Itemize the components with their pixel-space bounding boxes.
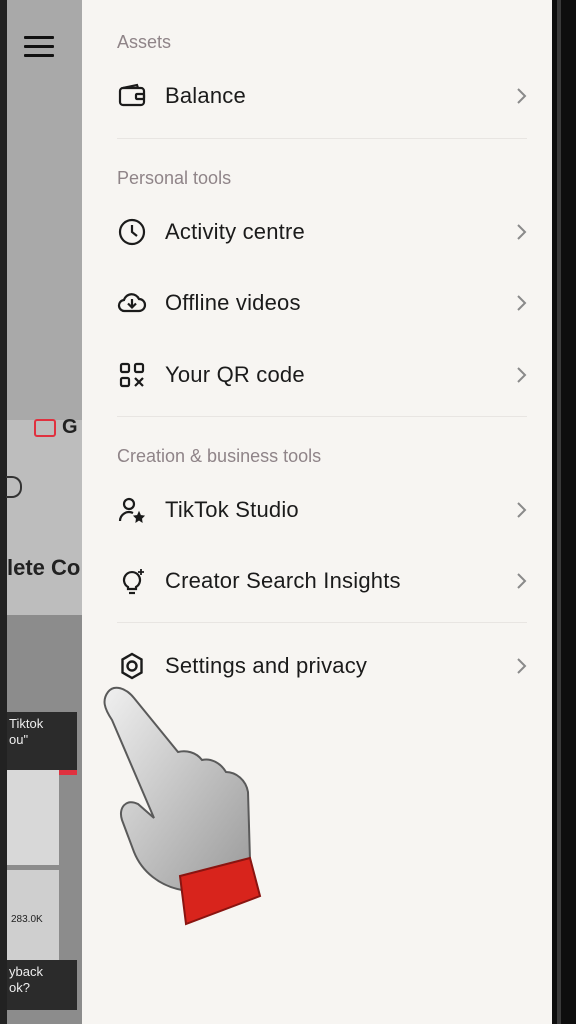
background-chat-label: G: [34, 416, 78, 439]
chat-icon: [34, 418, 56, 437]
menu-item-balance[interactable]: Balance: [82, 66, 552, 126]
chevron-right-icon: [517, 502, 527, 518]
chevron-right-icon: [517, 573, 527, 589]
menu-item-qr-code[interactable]: Your QR code: [82, 345, 552, 405]
lightbulb-icon: [122, 569, 144, 595]
cloud-download-icon: [117, 293, 147, 313]
video-thumbnail[interactable]: 283.0K: [7, 870, 59, 960]
video-thumbnail[interactable]: yback ok?: [7, 960, 77, 1010]
phone-right-edge: [552, 0, 576, 1024]
menu-item-label: Your QR code: [165, 362, 305, 387]
menu-item-creator-search-insights[interactable]: Creator Search Insights: [82, 551, 552, 611]
chevron-right-icon: [517, 295, 527, 311]
menu-item-label: Activity centre: [165, 219, 305, 244]
menu-item-label: Settings and privacy: [165, 653, 368, 678]
divider: [117, 138, 527, 139]
menu-icon[interactable]: [24, 36, 54, 60]
thumbnail-caption: yback ok?: [9, 964, 43, 995]
menu-item-label: Offline videos: [165, 290, 301, 315]
divider: [117, 416, 527, 417]
qr-code-icon: [119, 362, 145, 388]
section-label-creation-business-tools: Creation & business tools: [117, 446, 322, 466]
wallet-icon: [118, 83, 146, 107]
chevron-right-icon: [517, 658, 527, 674]
chevron-right-icon: [517, 88, 527, 104]
background-g-text: G: [62, 416, 78, 438]
video-thumbnail[interactable]: Tiktok ou": [7, 712, 77, 775]
section-label-assets: Assets: [117, 32, 172, 52]
section-label-personal-tools: Personal tools: [117, 168, 232, 188]
menu-item-offline-videos[interactable]: Offline videos: [82, 273, 552, 333]
user-star-icon: [118, 497, 146, 524]
divider: [117, 622, 527, 623]
phone-edge: [0, 0, 7, 1024]
menu-item-tiktok-studio[interactable]: TikTok Studio: [82, 480, 552, 540]
chevron-right-icon: [517, 224, 527, 240]
menu-item-label: Balance: [165, 83, 246, 108]
pointing-hand-illustration: [103, 686, 262, 926]
video-thumbnail[interactable]: [7, 770, 59, 865]
menu-item-activity-centre[interactable]: Activity centre: [82, 202, 552, 262]
background-header-area: [7, 0, 82, 420]
background-middle-area: [7, 420, 82, 620]
background-app: G lete Co Tiktok ou" 283.0K yback ok?: [0, 0, 82, 1024]
menu-item-label: TikTok Studio: [165, 497, 299, 522]
chevron-right-icon: [517, 367, 527, 383]
clock-icon: [118, 218, 146, 246]
thumbnail-stat: 283.0K: [11, 914, 43, 925]
thumbnail-caption: Tiktok ou": [9, 716, 44, 747]
menu-item-label: Creator Search Insights: [165, 568, 401, 593]
gear-icon: [121, 652, 143, 680]
background-heading-text: lete Co: [7, 555, 81, 580]
